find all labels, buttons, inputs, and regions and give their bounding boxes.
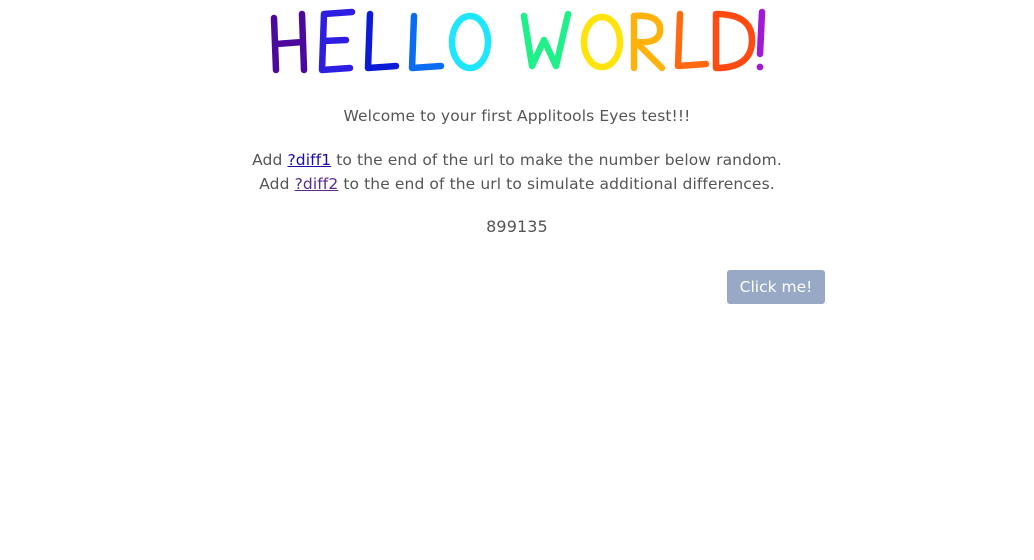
diff1-link[interactable]: ?diff1 — [287, 151, 331, 169]
click-me-button[interactable]: Click me! — [727, 270, 825, 304]
hello-world-logo-image — [270, 8, 766, 74]
hello-world-logo — [266, 4, 770, 78]
random-number: 899135 — [486, 217, 548, 236]
diff2-instruction: Add ?diff2 to the end of the url to simu… — [0, 172, 1034, 196]
diff2-link[interactable]: ?diff2 — [295, 175, 339, 193]
diff1-prefix: Add — [252, 151, 288, 169]
diff1-suffix: to the end of the url to make the number… — [331, 151, 782, 169]
diff2-prefix: Add — [259, 175, 295, 193]
diff1-instruction: Add ?diff1 to the end of the url to make… — [0, 148, 1034, 172]
welcome-text: Welcome to your first Applitools Eyes te… — [343, 107, 691, 125]
diff2-suffix: to the end of the url to simulate additi… — [338, 175, 775, 193]
page: Welcome to your first Applitools Eyes te… — [0, 0, 1034, 560]
